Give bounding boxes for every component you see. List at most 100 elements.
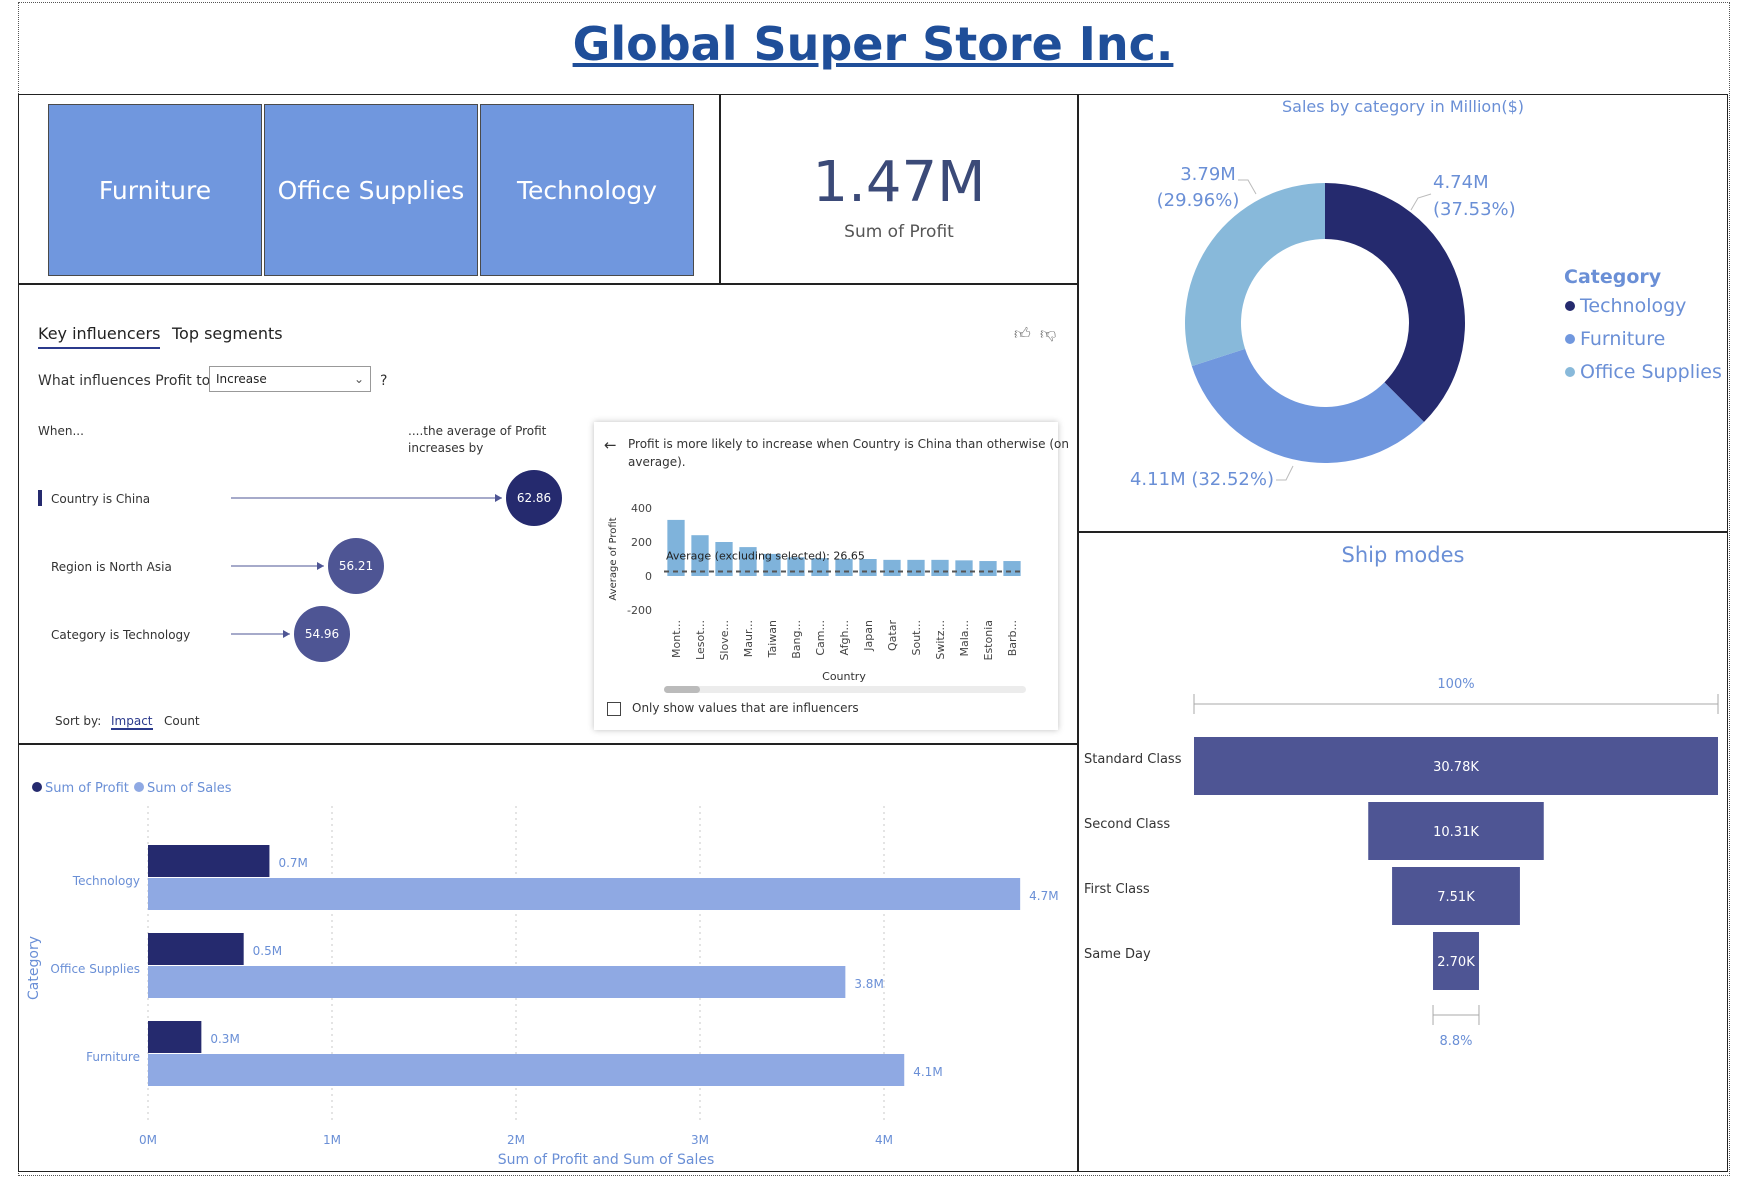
sales-donut-chart: Sales by category in Million($) 4.74M (37.…	[1130, 97, 1722, 490]
funnel-bottom-pct: 8.8%	[1439, 1034, 1472, 1049]
funnel-value-label: 10.31K	[1433, 825, 1479, 840]
influencer-value: 62.86	[517, 491, 551, 505]
legend-marker	[1565, 367, 1575, 377]
sales-bar[interactable]	[148, 1054, 905, 1086]
profit-sales-bar-chart: Sum of Profit Sum of Sales 0M 1M 2M 3M 4M Sum o…	[26, 781, 1059, 1168]
legend-marker	[1565, 301, 1575, 311]
legend-item[interactable]: Technology	[1579, 295, 1686, 317]
leader-line	[1410, 193, 1432, 211]
country-bar[interactable]	[907, 559, 925, 576]
y-axis-title: Category	[26, 936, 42, 1000]
avg-label-line2: increases by	[408, 441, 484, 455]
avg-label-line1: ....the average of Profit	[408, 424, 547, 438]
funnel-stage-label: Second Class	[1084, 817, 1170, 832]
legend-item[interactable]: Sum of Profit	[45, 781, 129, 796]
legend-item[interactable]: Furniture	[1580, 328, 1665, 350]
legend-marker	[1565, 334, 1575, 344]
x-tick-label: Sout...	[910, 620, 923, 656]
donut-slice[interactable]	[1191, 348, 1424, 463]
x-axis-title: Sum of Profit and Sum of Sales	[498, 1152, 715, 1168]
dashboard-title: Global Super Store Inc.	[572, 17, 1174, 71]
donut-label-pct: (37.53%)	[1433, 199, 1516, 220]
x-tick-label: Cam...	[814, 620, 827, 656]
funnel-stage-label: Same Day	[1084, 947, 1151, 962]
x-tick-label: Switz...	[934, 620, 947, 660]
legend-item[interactable]: Sum of Sales	[147, 781, 232, 796]
country-bar[interactable]	[931, 559, 949, 576]
bar-data-label: 0.7M	[278, 856, 307, 870]
arrow-head	[283, 630, 290, 638]
y-tick-label: -200	[627, 604, 652, 617]
x-tick-label: Maur...	[742, 620, 755, 657]
y-tick-label: 200	[631, 536, 652, 549]
tab-top-segments[interactable]: Top segments	[172, 324, 283, 343]
x-tick-label: 0M	[139, 1133, 157, 1147]
funnel-value-label: 30.78K	[1433, 760, 1479, 775]
sales-bar[interactable]	[148, 966, 846, 998]
question-suffix: ?	[380, 373, 388, 389]
scrollbar-track[interactable]	[664, 686, 1026, 693]
donut-label: 4.11M (32.52%)	[1130, 469, 1274, 490]
category-label: Office Supplies	[50, 962, 140, 976]
bar-data-label: 4.1M	[913, 1065, 942, 1079]
x-tick-label: Taiwan	[766, 620, 779, 658]
y-axis-title: Average of Profit	[608, 517, 619, 600]
slicer-office-supplies[interactable]: Office Supplies	[264, 104, 478, 276]
donut-label: 4.74M	[1433, 172, 1489, 193]
x-tick-label: Mont...	[670, 620, 683, 658]
dropdown-value: Increase	[216, 372, 267, 386]
donut-label-pct: (29.96%)	[1157, 190, 1240, 211]
slicer-label: Furniture	[98, 175, 212, 205]
legend-item[interactable]: Office Supplies	[1580, 361, 1722, 383]
country-bar[interactable]	[955, 560, 973, 576]
bar-data-label: 0.3M	[210, 1032, 239, 1046]
scrollbar-thumb[interactable]	[664, 686, 700, 693]
profit-bar[interactable]	[148, 933, 244, 965]
x-tick-label: Mala...	[958, 620, 971, 657]
country-bar[interactable]	[1003, 561, 1021, 576]
detail-text-line1: Profit is more likely to increase when C…	[628, 437, 1069, 451]
leader-line	[1276, 465, 1294, 481]
influencer-label: Region is North Asia	[51, 560, 172, 574]
x-tick-label: 1M	[323, 1133, 341, 1147]
country-bar[interactable]	[883, 559, 901, 576]
leader-line	[1238, 179, 1257, 195]
country-bar[interactable]	[667, 519, 685, 576]
average-reference-label: Average (excluding selected): 26.65	[666, 549, 865, 562]
thumbs-down-icon[interactable]: 👎︎	[1040, 324, 1056, 344]
kpi-value: 1.47M	[812, 150, 986, 215]
sort-impact-button[interactable]: Impact	[111, 714, 153, 730]
influence-direction-dropdown[interactable]: Increase ⌄	[209, 366, 371, 392]
legend-marker	[32, 782, 42, 792]
profit-bar[interactable]	[148, 1021, 202, 1053]
when-label: When...	[38, 424, 84, 438]
arrow-head	[317, 562, 324, 570]
thumbs-up-icon[interactable]: 👍︎	[1014, 324, 1031, 344]
funnel-stage-label: First Class	[1084, 882, 1150, 897]
influencer-checkbox[interactable]	[607, 702, 621, 716]
funnel-top-pct: 100%	[1437, 677, 1474, 692]
x-tick-label: Bang...	[790, 620, 803, 659]
x-tick-label: Afgh...	[838, 620, 851, 655]
detail-text-line2: average).	[628, 455, 686, 469]
sales-bar[interactable]	[148, 878, 1021, 910]
y-tick-label: 0	[645, 570, 652, 583]
influencer-label: Category is Technology	[51, 628, 190, 642]
funnel-value-label: 2.70K	[1437, 955, 1475, 970]
category-label: Furniture	[86, 1050, 140, 1064]
category-label: Technology	[72, 874, 140, 888]
x-tick-label: 4M	[875, 1133, 893, 1147]
slicer-furniture[interactable]: Furniture	[48, 104, 262, 276]
tab-key-influencers[interactable]: Key influencers	[38, 324, 161, 349]
sort-count-button[interactable]: Count	[164, 714, 200, 728]
slicer-technology[interactable]: Technology	[480, 104, 694, 276]
chevron-down-icon: ⌄	[353, 372, 364, 386]
question-prefix: What influences Profit to	[38, 373, 211, 389]
country-bar[interactable]	[979, 561, 997, 576]
kpi-label: Sum of Profit	[844, 222, 954, 242]
x-tick-label: 2M	[507, 1133, 525, 1147]
influencer-label: Country is China	[51, 492, 150, 506]
funnel-stage-label: Standard Class	[1084, 752, 1182, 767]
profit-bar[interactable]	[148, 845, 270, 877]
back-arrow-icon[interactable]: ←	[604, 436, 617, 454]
